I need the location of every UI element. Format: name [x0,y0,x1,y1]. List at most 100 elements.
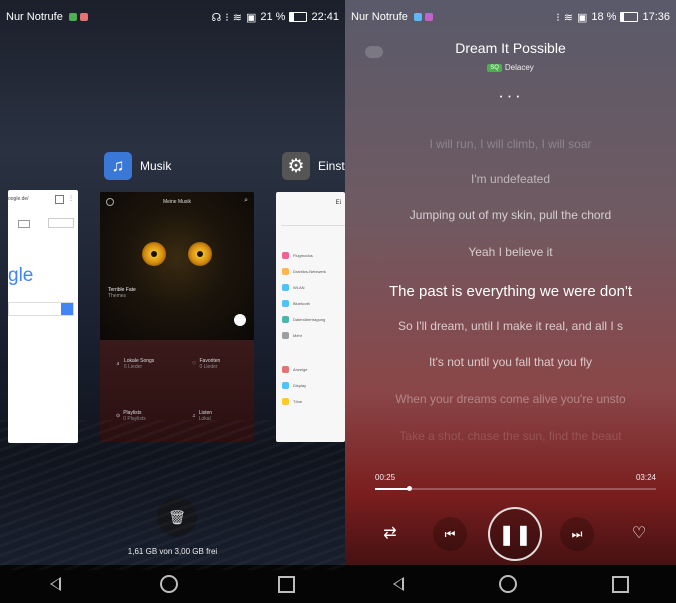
playlist-icon: ⊙ [116,413,121,419]
recent-apps-icon[interactable] [611,575,629,593]
settings-item: WLAN [282,284,305,291]
seek-bar[interactable] [375,486,656,491]
recent-apps-icon[interactable] [278,575,296,593]
favorites-cell: ♡ Favoriten 0 Lieder [192,358,221,370]
music-app-card[interactable]: Meine Musik ⌕ Terrible Fate Themes ♬ Loka… [100,192,254,442]
heart-icon[interactable]: ♡ [628,522,650,544]
page-indicator: • • • [499,94,522,101]
eye-icon [142,242,166,266]
lyric-line: It's not until you fall that you fly [428,355,593,369]
airplane-icon [282,252,289,259]
home-icon[interactable] [160,575,179,593]
settings-app-header[interactable]: ⚙ Einst [282,152,345,180]
headphones-icon: ☊ [211,11,222,24]
clock: 22:41 [311,11,339,23]
music-app-header[interactable]: ♫ Musik [104,152,171,180]
recent-apps-screen: Nur Notrufe ☊ ⁝ ≋ ▣ 21 % 22:41 ♫ Musik ⚙… [0,0,345,603]
grid-icon [18,220,30,228]
display-icon [282,366,289,373]
search-icon [61,303,73,315]
album-art: Meine Musik ⌕ Terrible Fate Themes [100,192,254,340]
music-player-screen: Nur Notrufe ⁝ ≋ ▣ 18 % 17:36 Dream It Po… [345,0,676,603]
carrier-label: Nur Notrufe [351,11,408,23]
elapsed-time: 00:25 [375,473,396,482]
menu-icon: ⋮ [68,196,74,202]
data-icon [282,316,289,323]
settings-item: Datenübertragung [282,316,325,323]
home-icon[interactable] [498,575,517,593]
lists-cell: ♫ Listen Lokal [192,410,213,422]
skip-forward-icon: ⏭ [571,526,583,541]
mask-artwork [136,230,218,290]
notification-icon [413,13,422,21]
pause-icon: ❚❚ [498,523,532,546]
local-songs-cell: ♬ Lokale Songs 6 Lieder [116,358,155,370]
back-icon[interactable] [49,577,61,591]
battery-percent: 18 % [591,11,617,23]
wifi-icon: ≋ [232,11,242,24]
back-icon[interactable] [392,577,404,591]
heart-icon: ♡ [192,361,197,367]
shuffle-icon[interactable]: ⇄ [379,522,401,544]
sim-icon: ▣ [245,11,257,24]
eye-icon [188,242,212,266]
tabs-icon [55,195,64,204]
nfc-icon: ⁝ [225,11,229,24]
carrier-label: Nur Notrufe [6,11,63,23]
toolbar-button [48,218,74,228]
wifi-icon [282,284,289,291]
url-text: oogle.de/ [8,196,29,202]
browser-app-card[interactable]: oogle.de/ ⋮ gle [8,190,78,443]
sound-icon [282,398,289,405]
nfc-icon: ⁝ [556,11,560,24]
notification-icon [424,13,433,21]
settings-item: Mehr [282,332,302,339]
settings-item: Display [282,382,306,389]
artist-row: SQ Delacey [345,63,676,72]
sim-icon: ▣ [576,11,588,24]
total-time: 03:24 [635,473,656,482]
seek-bar-handle[interactable] [406,486,412,491]
settings-item: Töne [282,398,302,405]
clock: 17:36 [642,11,670,23]
lyric-line: Take a shot, chase the sun, find the bea… [399,429,622,443]
music-icon: ♬ [116,361,121,367]
navigation-bar [345,565,676,603]
status-bar: Nur Notrufe ⁝ ≋ ▣ 18 % 17:36 [345,0,676,34]
settings-header: Ei [335,200,341,206]
wifi-icon: ≋ [563,11,573,24]
music-app-label: Musik [140,159,172,173]
next-button[interactable]: ⏭ [560,517,594,551]
settings-app-card[interactable]: Ei Flugmodus Drahtlos-Netzwerk WLAN Blue… [276,192,345,442]
artist-name: Delacey [504,63,534,72]
google-logo: gle [8,265,34,286]
status-bar: Nur Notrufe ☊ ⁝ ≋ ▣ 21 % 22:41 [0,0,345,34]
settings-item: Flugmodus [282,252,313,259]
skip-back-icon: ⏮ [444,526,456,541]
list-icon: ♫ [192,413,196,419]
song-title: Terrible Fate Themes [108,287,136,299]
previous-button[interactable]: ⏮ [433,517,467,551]
lyric-line: I'm undefeated [470,172,550,186]
battery-icon [620,12,639,22]
settings-item: Anzeige [282,366,307,373]
clear-all-button[interactable]: 🗑 [157,497,197,537]
lyric-line: So I'll dream, until I make it real, and… [397,319,624,333]
search-box [8,302,74,316]
pause-button[interactable]: ❚❚ [488,507,542,561]
notification-icon [79,13,88,21]
lyric-line: When your dreams come alive you're unsto [395,392,626,406]
settings-search [281,216,345,226]
lyric-line: Jumping out of my skin, pull the chord [409,208,612,222]
music-note-icon: ♫ [104,152,132,180]
settings-app-label: Einst [318,159,345,173]
music-header: Meine Musik [162,199,192,205]
search-icon: ⌕ [244,197,248,204]
settings-item: Drahtlos-Netzwerk [282,268,326,275]
music-library-grid: ♬ Lokale Songs 6 Lieder ♡ Favoriten 0 Lieder… [100,340,254,442]
bluetooth-icon [282,300,289,307]
navigation-bar [0,565,345,603]
seek-bar-fill [375,488,409,490]
lyric-line: Yeah I believe it [468,245,553,259]
settings-item: Bluetooth [282,300,310,307]
